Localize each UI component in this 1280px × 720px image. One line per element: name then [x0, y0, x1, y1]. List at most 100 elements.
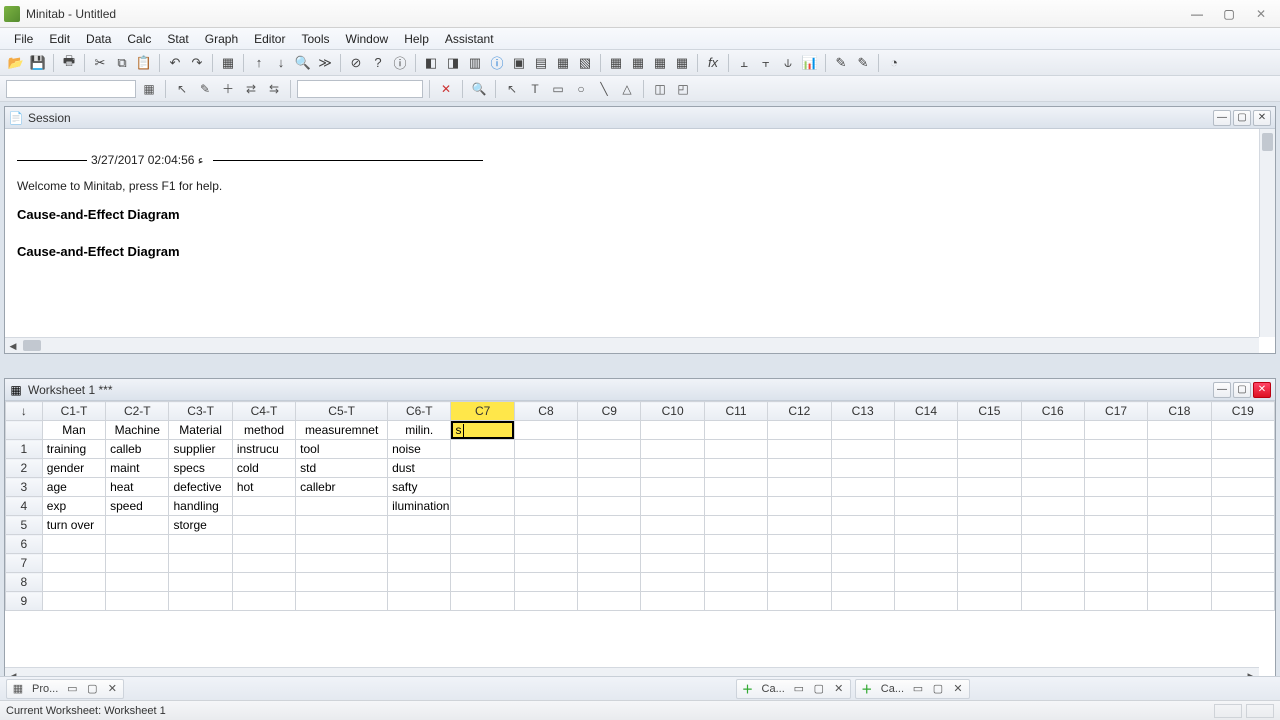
data-cell[interactable]: hot — [232, 478, 295, 497]
cancel-icon[interactable]: ⊘ — [346, 53, 366, 73]
row-header[interactable]: 7 — [6, 554, 43, 573]
wand-icon[interactable]: ✎ — [853, 53, 873, 73]
data-cell[interactable] — [578, 535, 641, 554]
data-cell[interactable] — [578, 497, 641, 516]
minimize-button[interactable]: — — [1182, 4, 1212, 24]
paste-icon[interactable]: 📋 — [134, 53, 154, 73]
data-cell[interactable] — [578, 573, 641, 592]
data-cell[interactable] — [831, 478, 894, 497]
pencil-icon[interactable]: ✎ — [195, 79, 215, 99]
menu-tools[interactable]: Tools — [293, 30, 337, 48]
worksheet-table[interactable]: ↓C1-TC2-TC3-TC4-TC5-TC6-TC7C8C9C10C11C12… — [5, 401, 1275, 611]
worksheet-close-button[interactable]: ✕ — [1253, 382, 1271, 398]
column-header[interactable]: C9 — [578, 402, 641, 421]
data-cell[interactable] — [1084, 535, 1147, 554]
column-name-cell[interactable] — [1211, 421, 1274, 440]
project-cascade-icon[interactable]: ▭ — [63, 681, 81, 697]
worksheet-maximize-button[interactable]: ▢ — [1233, 382, 1251, 398]
zoom-icon[interactable]: 🔍 — [469, 79, 489, 99]
data-cell[interactable] — [1021, 573, 1084, 592]
data-cell[interactable] — [958, 497, 1021, 516]
help-icon[interactable]: ? — [368, 53, 388, 73]
ca-group-1[interactable]: ＋ Ca... ▭ ▢ ✕ — [736, 679, 851, 699]
column-header[interactable]: C10 — [641, 402, 704, 421]
data-cell[interactable] — [1084, 592, 1147, 611]
data-cell[interactable] — [578, 592, 641, 611]
column-name-cell[interactable]: method — [232, 421, 295, 440]
column-header[interactable]: C2-T — [106, 402, 169, 421]
row-header[interactable]: 9 — [6, 592, 43, 611]
plus-icon[interactable]: ＋ — [739, 681, 757, 697]
data-cell[interactable] — [1021, 535, 1084, 554]
data-cell[interactable] — [704, 592, 767, 611]
table-icon[interactable]: ▦ — [606, 53, 626, 73]
data-cell[interactable] — [1148, 592, 1211, 611]
data-cell[interactable] — [704, 516, 767, 535]
data-cell[interactable] — [514, 535, 577, 554]
maximize-button[interactable]: ▢ — [1214, 4, 1244, 24]
data-cell[interactable] — [451, 516, 514, 535]
data-cell[interactable] — [106, 592, 169, 611]
menu-calc[interactable]: Calc — [119, 30, 159, 48]
data-cell[interactable]: exp — [42, 497, 105, 516]
data-cell[interactable] — [704, 497, 767, 516]
data-cell[interactable] — [514, 440, 577, 459]
apply-icon[interactable]: ▦ — [139, 79, 159, 99]
find-icon[interactable]: 🔍 — [293, 53, 313, 73]
data-cell[interactable]: cold — [232, 459, 295, 478]
data-cell[interactable] — [451, 554, 514, 573]
column-header[interactable]: C3-T — [169, 402, 232, 421]
table4-icon[interactable]: ▦ — [672, 53, 692, 73]
redo-icon[interactable]: ↷ — [187, 53, 207, 73]
data-cell[interactable] — [894, 478, 957, 497]
data-cell[interactable] — [894, 440, 957, 459]
column-name-cell[interactable] — [1021, 421, 1084, 440]
data-cell[interactable] — [704, 478, 767, 497]
data-cell[interactable] — [42, 573, 105, 592]
data-cell[interactable] — [1211, 497, 1274, 516]
data-cell[interactable] — [958, 440, 1021, 459]
print-icon[interactable]: 🖶 — [59, 53, 79, 73]
data-cell[interactable] — [232, 497, 295, 516]
column-header[interactable]: C11 — [704, 402, 767, 421]
data-cell[interactable] — [514, 516, 577, 535]
data-cell[interactable] — [768, 478, 831, 497]
data-cell[interactable]: gender — [42, 459, 105, 478]
column-name-cell[interactable] — [958, 421, 1021, 440]
ca-group-2[interactable]: ＋ Ca... ▭ ▢ ✕ — [855, 679, 970, 699]
data-cell[interactable] — [1084, 516, 1147, 535]
data-cell[interactable] — [1211, 459, 1274, 478]
data-cell[interactable] — [451, 497, 514, 516]
column-header[interactable]: C15 — [958, 402, 1021, 421]
data-cell[interactable] — [641, 497, 704, 516]
data-cell[interactable] — [1084, 573, 1147, 592]
data-cell[interactable] — [106, 516, 169, 535]
data-cell[interactable] — [232, 573, 295, 592]
data-cell[interactable]: storge — [169, 516, 232, 535]
tool2-icon[interactable]: ◨ — [443, 53, 463, 73]
ca1-cascade-icon[interactable]: ▭ — [790, 681, 808, 697]
data-cell[interactable] — [1084, 497, 1147, 516]
data-cell[interactable] — [1148, 478, 1211, 497]
ca2-close-icon[interactable]: ✕ — [949, 681, 967, 697]
column-name-cell[interactable]: measuremnet — [296, 421, 388, 440]
x-icon[interactable]: ✕ — [436, 79, 456, 99]
data-cell[interactable] — [451, 440, 514, 459]
data-cell[interactable] — [578, 440, 641, 459]
data-cell[interactable] — [958, 516, 1021, 535]
column-name-cell[interactable] — [514, 421, 577, 440]
menu-help[interactable]: Help — [396, 30, 437, 48]
highlight-icon[interactable]: ◔ — [884, 53, 904, 73]
data-cell[interactable]: age — [42, 478, 105, 497]
copy-icon[interactable]: ⧉ — [112, 53, 132, 73]
data-cell[interactable] — [296, 497, 388, 516]
data-cell[interactable] — [704, 440, 767, 459]
column-name-cell[interactable]: Man — [42, 421, 105, 440]
data-cell[interactable] — [296, 516, 388, 535]
pointer-icon[interactable]: ↖ — [172, 79, 192, 99]
data-cell[interactable] — [958, 592, 1021, 611]
data-cell[interactable] — [578, 516, 641, 535]
column-header[interactable]: C17 — [1084, 402, 1147, 421]
data-cell[interactable] — [106, 554, 169, 573]
chart4-icon[interactable]: 📊 — [800, 53, 820, 73]
